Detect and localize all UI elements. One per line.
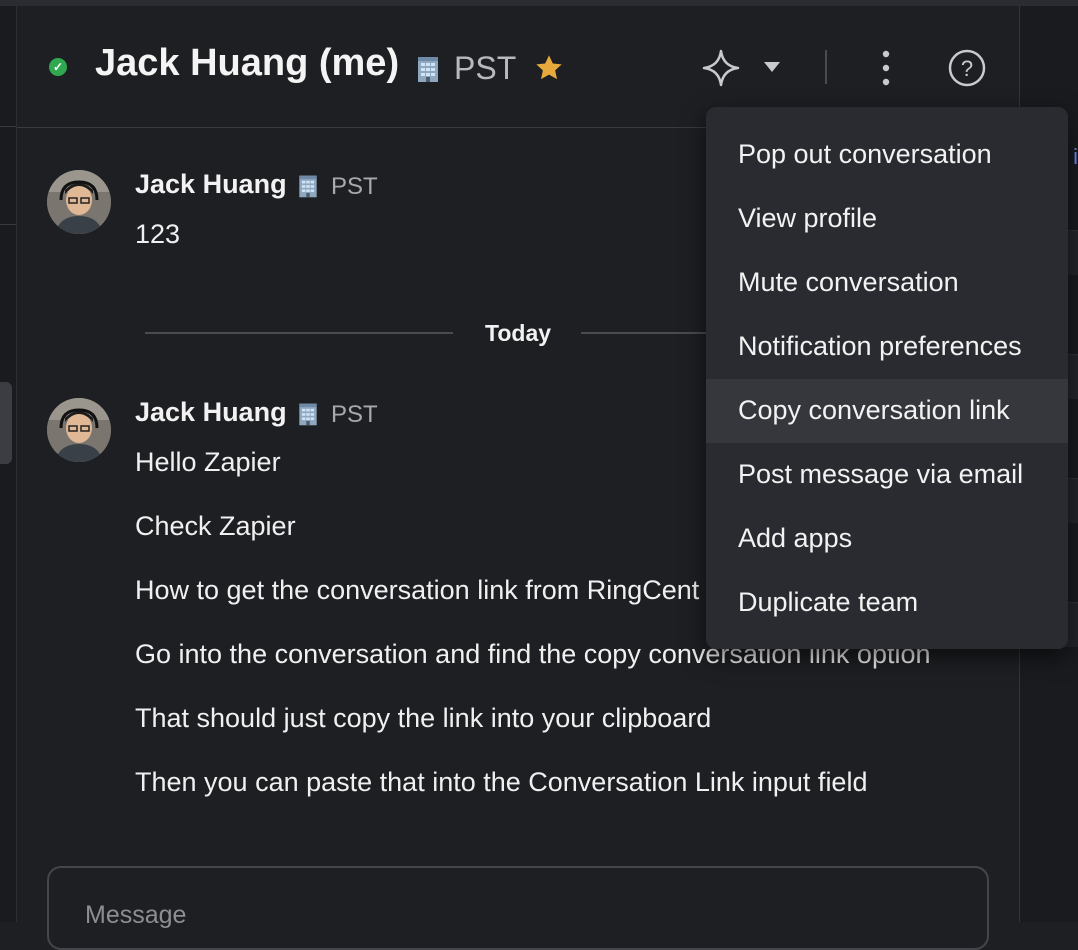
- date-divider-label: Today: [485, 320, 552, 346]
- menu-item-label: Add apps: [738, 523, 853, 553]
- left-panel-divider: [0, 224, 16, 225]
- help-circle-icon[interactable]: ?: [947, 48, 987, 88]
- message-author[interactable]: Jack Huang: [135, 397, 287, 428]
- message-text: Check Zapier: [135, 511, 296, 541]
- left-panel-edge: [0, 6, 17, 922]
- building-icon: [295, 401, 321, 427]
- message-text: Then you can paste that into the Convers…: [135, 767, 868, 797]
- menu-item-view-profile[interactable]: View profile: [706, 187, 1068, 251]
- menu-item-add-apps[interactable]: Add apps: [706, 507, 1068, 571]
- right-panel-tab[interactable]: i: [1068, 134, 1078, 190]
- menu-item-label: Copy conversation link: [738, 395, 1010, 425]
- message-text: How to get the conversation link from Ri…: [135, 575, 700, 605]
- message-author[interactable]: Jack Huang: [135, 169, 287, 200]
- menu-item-mute-conversation[interactable]: Mute conversation: [706, 251, 1068, 315]
- svg-text:?: ?: [961, 56, 973, 81]
- menu-item-post-message-via-email[interactable]: Post message via email: [706, 443, 1068, 507]
- tab-edge-glyph: i: [1073, 144, 1078, 169]
- avatar[interactable]: [47, 398, 111, 462]
- building-icon: [295, 173, 321, 199]
- message-composer: [47, 866, 989, 950]
- divider-line: [581, 332, 721, 334]
- panel-resize-handle[interactable]: [0, 382, 12, 464]
- menu-item-duplicate-team[interactable]: Duplicate team: [706, 571, 1068, 635]
- avatar[interactable]: [47, 170, 111, 234]
- more-vertical-icon[interactable]: [877, 48, 895, 88]
- message-text: 123: [135, 219, 181, 249]
- menu-item-label: Duplicate team: [738, 587, 919, 617]
- conversation-options-menu: Pop out conversation View profile Mute c…: [706, 107, 1068, 649]
- header-divider: [825, 50, 827, 84]
- conversation-title: Jack Huang (me): [95, 42, 400, 84]
- menu-item-pop-out-conversation[interactable]: Pop out conversation: [706, 123, 1068, 187]
- divider-line: [145, 332, 453, 334]
- presence-check-icon: ✓: [49, 58, 67, 76]
- menu-item-label: Pop out conversation: [738, 139, 992, 169]
- menu-item-label: View profile: [738, 203, 878, 233]
- chevron-down-icon[interactable]: [763, 61, 781, 73]
- building-icon: [413, 54, 443, 84]
- menu-item-label: Mute conversation: [738, 267, 959, 297]
- menu-item-copy-conversation-link[interactable]: Copy conversation link: [706, 379, 1068, 443]
- sparkle-icon[interactable]: [701, 48, 741, 88]
- message-timezone: PST: [331, 173, 378, 200]
- star-icon[interactable]: [533, 52, 565, 84]
- menu-item-label: Notification preferences: [738, 331, 1022, 361]
- message-text: That should just copy the link into your…: [135, 703, 712, 733]
- header-timezone: PST: [454, 50, 517, 86]
- message-text: Hello Zapier: [135, 447, 281, 477]
- menu-item-notification-preferences[interactable]: Notification preferences: [706, 315, 1068, 379]
- menu-item-label: Post message via email: [738, 459, 1024, 489]
- message-input[interactable]: [85, 898, 885, 932]
- left-panel-divider: [0, 126, 16, 127]
- message-timezone: PST: [331, 401, 378, 428]
